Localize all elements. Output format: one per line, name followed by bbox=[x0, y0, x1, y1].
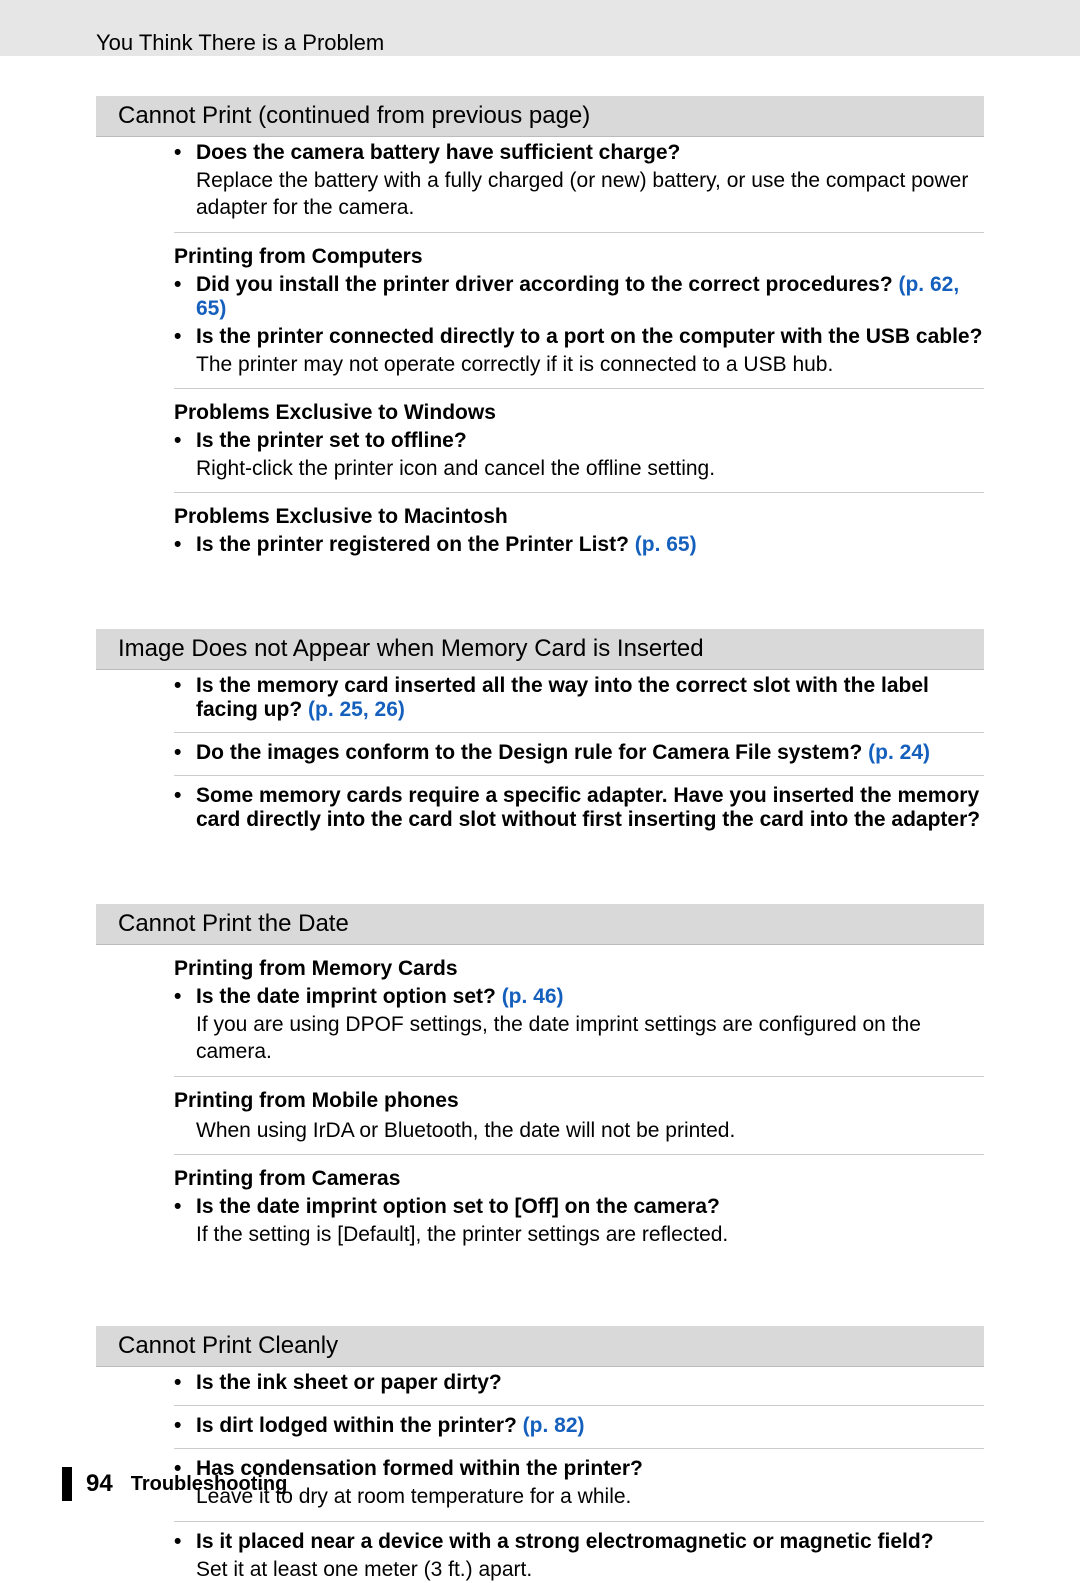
bullet-description: If the setting is [Default], the printer… bbox=[196, 1221, 984, 1248]
question-text: Is the memory card inserted all the way … bbox=[196, 674, 929, 721]
bullet-item: • Is the memory card inserted all the wa… bbox=[174, 674, 984, 722]
bullet-question: Is the ink sheet or paper dirty? bbox=[196, 1371, 984, 1395]
running-head: You Think There is a Problem bbox=[96, 30, 384, 56]
subheading: Printing from Memory Cards bbox=[174, 957, 984, 981]
bullet-dot-icon: • bbox=[174, 674, 196, 722]
page-ref-link[interactable]: (p. 24) bbox=[868, 741, 930, 764]
bullet-question: Has condensation formed within the print… bbox=[196, 1457, 984, 1481]
section-title-cannot-print-date: Cannot Print the Date bbox=[96, 904, 984, 945]
section-title-cannot-print: Cannot Print (continued from previous pa… bbox=[96, 96, 984, 137]
bullet-description: Right-click the printer icon and cancel … bbox=[196, 455, 984, 482]
bullet-question: Is the printer registered on the Printer… bbox=[196, 533, 984, 557]
bullet-question: Is the date imprint option set? (p. 46) bbox=[196, 985, 984, 1009]
bullet-description: When using IrDA or Bluetooth, the date w… bbox=[196, 1117, 984, 1144]
page-ref-sep: , bbox=[363, 698, 375, 721]
bullet-dot-icon: • bbox=[174, 1414, 196, 1438]
subheading: Printing from Computers bbox=[174, 245, 984, 269]
bullet-item: • Is it placed near a device with a stro… bbox=[174, 1530, 984, 1554]
bullet-question: Is the memory card inserted all the way … bbox=[196, 674, 984, 722]
question-text: Is dirt lodged within the printer? bbox=[196, 1414, 523, 1437]
question-text: Is the printer registered on the Printer… bbox=[196, 533, 635, 556]
section-body: Printing from Memory Cards • Is the date… bbox=[96, 957, 984, 1248]
divider bbox=[174, 732, 984, 733]
bullet-description: If you are using DPOF settings, the date… bbox=[196, 1011, 984, 1066]
bullet-dot-icon: • bbox=[174, 784, 196, 832]
bullet-question: Do the images conform to the Design rule… bbox=[196, 741, 984, 765]
subheading: Problems Exclusive to Macintosh bbox=[174, 505, 984, 529]
subheading: Printing from Mobile phones bbox=[174, 1089, 984, 1113]
page-ref-link[interactable]: (p. 82) bbox=[523, 1414, 585, 1437]
page-ref-link[interactable]: 26) bbox=[375, 698, 405, 721]
page-number: 94 bbox=[86, 1470, 113, 1498]
divider bbox=[174, 232, 984, 233]
bullet-dot-icon: • bbox=[174, 985, 196, 1009]
subheading: Printing from Cameras bbox=[174, 1167, 984, 1191]
bullet-dot-icon: • bbox=[174, 325, 196, 349]
page-ref-link[interactable]: (p. 25 bbox=[308, 698, 363, 721]
bullet-dot-icon: • bbox=[174, 533, 196, 557]
question-text: Is the date imprint option set? bbox=[196, 985, 502, 1008]
bullet-item: • Does the camera battery have sufficien… bbox=[174, 141, 984, 165]
question-text: Do the images conform to the Design rule… bbox=[196, 741, 868, 764]
bullet-dot-icon: • bbox=[174, 1195, 196, 1219]
bullet-item: • Is the printer set to offline? bbox=[174, 429, 984, 453]
divider bbox=[174, 388, 984, 389]
bullet-dot-icon: • bbox=[174, 1371, 196, 1395]
bullet-question: Is the date imprint option set to [Off] … bbox=[196, 1195, 984, 1219]
bullet-dot-icon: • bbox=[174, 1530, 196, 1554]
bullet-description: The printer may not operate correctly if… bbox=[196, 351, 984, 378]
bullet-dot-icon: • bbox=[174, 429, 196, 453]
footer-bar-icon bbox=[62, 1467, 72, 1501]
bullet-item: • Is the date imprint option set to [Off… bbox=[174, 1195, 984, 1219]
bullet-question: Is the printer set to offline? bbox=[196, 429, 984, 453]
section-title-image-not-appear: Image Does not Appear when Memory Card i… bbox=[96, 629, 984, 670]
subheading: Problems Exclusive to Windows bbox=[174, 401, 984, 425]
page-ref-link[interactable]: 65) bbox=[196, 297, 226, 320]
divider bbox=[174, 1521, 984, 1522]
page-ref-sep: , bbox=[953, 273, 959, 296]
bullet-question: Some memory cards require a specific ada… bbox=[196, 784, 984, 832]
page-ref-link[interactable]: (p. 62 bbox=[898, 273, 953, 296]
footer-label: Troubleshooting bbox=[131, 1473, 288, 1496]
bullet-item: • Is the date imprint option set? (p. 46… bbox=[174, 985, 984, 1009]
bullet-description: Replace the battery with a fully charged… bbox=[196, 167, 984, 222]
divider bbox=[174, 492, 984, 493]
bullet-item: • Do the images conform to the Design ru… bbox=[174, 741, 984, 765]
page-ref-link[interactable]: (p. 46) bbox=[502, 985, 564, 1008]
divider bbox=[174, 775, 984, 776]
bullet-question: Is the printer connected directly to a p… bbox=[196, 325, 984, 349]
question-text: Did you install the printer driver accor… bbox=[196, 273, 898, 296]
page-content: Cannot Print (continued from previous pa… bbox=[0, 96, 1080, 1583]
page-ref-link[interactable]: (p. 65) bbox=[635, 533, 697, 556]
divider bbox=[174, 1405, 984, 1406]
section-title-cannot-print-cleanly: Cannot Print Cleanly bbox=[96, 1326, 984, 1367]
section-body: • Is the memory card inserted all the wa… bbox=[96, 674, 984, 832]
bullet-description: Set it at least one meter (3 ft.) apart. bbox=[196, 1556, 984, 1583]
bullet-question: Did you install the printer driver accor… bbox=[196, 273, 984, 321]
bullet-item: • Has condensation formed within the pri… bbox=[174, 1457, 984, 1481]
divider bbox=[174, 1076, 984, 1077]
bullet-item: • Is the printer registered on the Print… bbox=[174, 533, 984, 557]
section-body: • Does the camera battery have sufficien… bbox=[96, 141, 984, 557]
bullet-description: Leave it to dry at room temperature for … bbox=[196, 1483, 984, 1510]
bullet-item: • Is the ink sheet or paper dirty? bbox=[174, 1371, 984, 1395]
divider bbox=[174, 1448, 984, 1449]
bullet-item: • Did you install the printer driver acc… bbox=[174, 273, 984, 321]
bullet-question: Is it placed near a device with a strong… bbox=[196, 1530, 984, 1554]
bullet-question: Is dirt lodged within the printer? (p. 8… bbox=[196, 1414, 984, 1438]
divider bbox=[174, 1154, 984, 1155]
bullet-item: • Is dirt lodged within the printer? (p.… bbox=[174, 1414, 984, 1438]
page-footer: 94 Troubleshooting bbox=[62, 1467, 287, 1501]
bullet-dot-icon: • bbox=[174, 273, 196, 321]
bullet-dot-icon: • bbox=[174, 741, 196, 765]
bullet-item: • Some memory cards require a specific a… bbox=[174, 784, 984, 832]
bullet-item: • Is the printer connected directly to a… bbox=[174, 325, 984, 349]
bullet-dot-icon: • bbox=[174, 141, 196, 165]
bullet-question: Does the camera battery have sufficient … bbox=[196, 141, 984, 165]
